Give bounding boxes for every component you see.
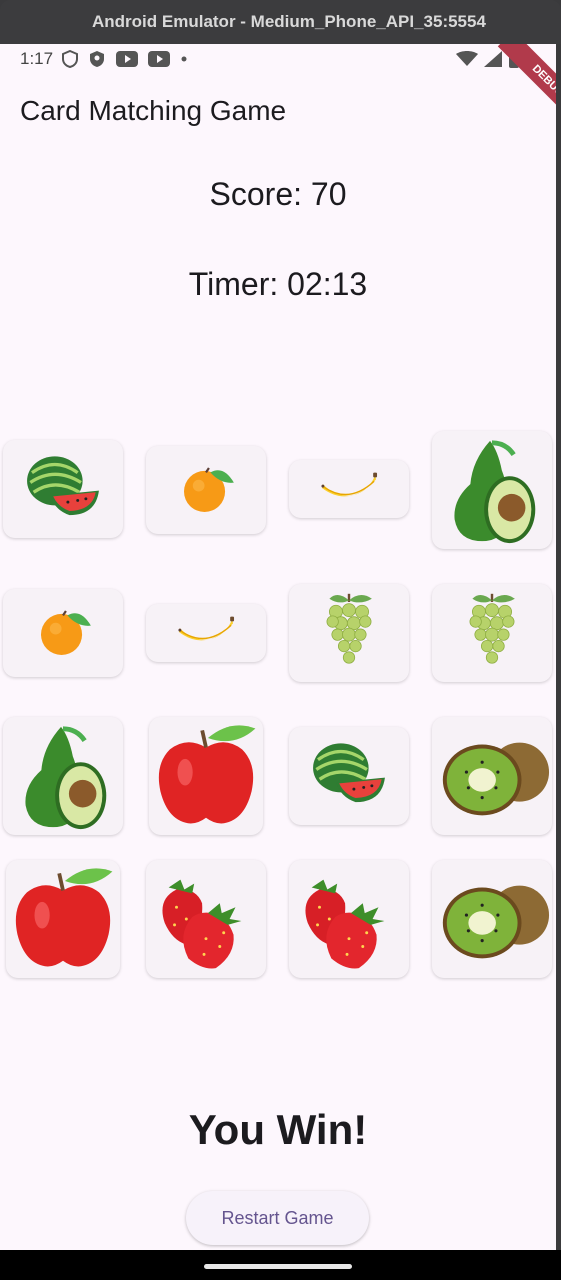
watermelon-icon bbox=[27, 456, 99, 516]
emulator-titlebar: Android Emulator - Medium_Phone_API_35:5… bbox=[0, 0, 561, 44]
grapes-icon bbox=[326, 593, 372, 664]
kiwi-icon bbox=[442, 885, 550, 959]
app-title: Card Matching Game bbox=[20, 95, 287, 126]
phone-screen: 1:17 DEBUG Card Matching Game Score: 70 … bbox=[0, 44, 556, 1250]
card-strawberry[interactable] bbox=[289, 860, 409, 978]
card-watermelon[interactable] bbox=[289, 727, 409, 825]
banana-icon bbox=[178, 616, 235, 641]
shield-icon bbox=[62, 50, 78, 68]
avocado-icon bbox=[25, 726, 107, 830]
card-apple[interactable] bbox=[6, 860, 120, 978]
apple-icon bbox=[158, 725, 256, 824]
status-time: 1:17 bbox=[20, 49, 54, 68]
card-orange[interactable] bbox=[3, 589, 123, 677]
status-notification-icons bbox=[62, 50, 188, 68]
avocado-icon bbox=[454, 440, 536, 544]
orange-icon bbox=[184, 467, 234, 512]
win-message: You Win! bbox=[188, 1106, 368, 1153]
card-orange[interactable] bbox=[146, 446, 266, 534]
card-apple[interactable] bbox=[149, 717, 263, 835]
youtube-icon bbox=[148, 51, 170, 67]
status-bar: 1:17 DEBUG bbox=[0, 44, 556, 132]
home-gesture-handle[interactable] bbox=[204, 1264, 352, 1269]
navigation-bar bbox=[0, 1250, 561, 1280]
restart-game-button[interactable]: Restart Game bbox=[186, 1191, 369, 1245]
dot-icon bbox=[181, 56, 187, 62]
signal-icon bbox=[484, 51, 502, 67]
timer-label: Timer: 02:13 bbox=[188, 266, 368, 302]
apple-icon bbox=[15, 868, 113, 967]
card-watermelon[interactable] bbox=[3, 440, 123, 538]
card-kiwi[interactable] bbox=[432, 717, 552, 835]
card-grapes[interactable] bbox=[289, 584, 409, 682]
card-grapes[interactable] bbox=[432, 584, 552, 682]
kiwi-icon bbox=[442, 742, 550, 816]
grapes-icon bbox=[469, 593, 515, 664]
card-avocado[interactable] bbox=[3, 717, 123, 835]
emulator-title: Android Emulator - Medium_Phone_API_35:5… bbox=[92, 12, 486, 31]
card-strawberry[interactable] bbox=[146, 860, 266, 978]
wifi-icon bbox=[456, 51, 478, 66]
score-label: Score: 70 bbox=[209, 176, 347, 212]
card-avocado[interactable] bbox=[432, 431, 552, 549]
youtube-icon bbox=[116, 51, 138, 67]
card-banana[interactable] bbox=[146, 604, 266, 662]
watermelon-icon bbox=[313, 743, 385, 803]
card-kiwi[interactable] bbox=[432, 860, 552, 978]
orange-icon bbox=[41, 610, 91, 655]
strawberry-icon bbox=[305, 879, 385, 969]
banana-icon bbox=[321, 472, 378, 497]
strawberry-icon bbox=[162, 879, 242, 969]
card-banana[interactable] bbox=[289, 460, 409, 518]
security-icon bbox=[90, 51, 104, 67]
